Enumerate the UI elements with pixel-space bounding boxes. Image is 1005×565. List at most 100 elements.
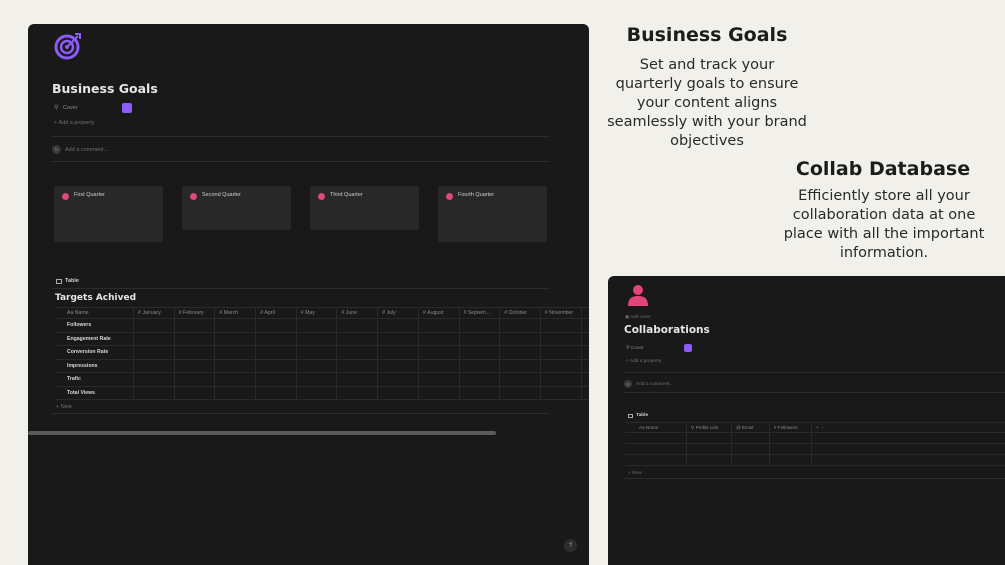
row-name-cell[interactable]: Total Views (55, 386, 134, 399)
table-cell[interactable] (419, 346, 460, 359)
table-row[interactable]: Engagement Rate (55, 332, 589, 346)
table-cell[interactable] (378, 386, 419, 399)
table-cell[interactable] (256, 319, 297, 332)
table-cell[interactable] (378, 359, 419, 372)
table-cell[interactable] (500, 386, 541, 399)
table-cell[interactable] (256, 332, 297, 345)
table-cell[interactable] (256, 346, 297, 359)
view-tab-table[interactable]: Table (628, 413, 648, 418)
table-row[interactable] (625, 433, 1005, 444)
cover-swatch[interactable] (684, 344, 692, 352)
column-header[interactable]: Aa Name (625, 423, 687, 432)
column-header[interactable]: # May (297, 308, 338, 318)
table-cell[interactable] (500, 359, 541, 372)
table-cell[interactable] (337, 319, 379, 332)
table-cell[interactable] (419, 332, 460, 345)
cover-swatch[interactable] (122, 103, 132, 113)
quarter-card-second[interactable]: Second Quarter (182, 186, 291, 230)
table-cell[interactable] (256, 359, 297, 372)
table-cell[interactable] (215, 332, 257, 345)
new-row-button[interactable]: + New (628, 471, 642, 476)
table-row[interactable]: Followers (55, 319, 589, 333)
column-header[interactable]: ⚲ Profile Link (687, 423, 732, 432)
table-cell[interactable] (460, 373, 501, 386)
table-cell[interactable] (297, 359, 338, 372)
table-cell[interactable] (134, 386, 175, 399)
table-cell[interactable] (337, 386, 379, 399)
table-cell[interactable] (378, 373, 419, 386)
row-name-cell[interactable]: Engagement Rate (55, 332, 134, 345)
table-cell[interactable] (378, 332, 419, 345)
table-cell[interactable] (378, 346, 419, 359)
table-cell[interactable] (134, 319, 175, 332)
table-row[interactable]: Conversion Rate (55, 346, 589, 360)
help-button[interactable]: ? (564, 539, 577, 552)
table-cell[interactable] (215, 359, 257, 372)
table-cell[interactable] (541, 359, 582, 372)
cover-property[interactable]: ⚲ Cover (626, 346, 644, 351)
table-row[interactable]: Trafic (55, 373, 589, 387)
column-header[interactable]: # Followers (770, 423, 812, 432)
table-cell[interactable] (500, 373, 541, 386)
row-name-cell[interactable]: Conversion Rate (55, 346, 134, 359)
table-cell[interactable] (460, 386, 501, 399)
table-cell[interactable] (175, 373, 216, 386)
table-cell[interactable] (297, 386, 338, 399)
add-property-button[interactable]: + Add a property (54, 120, 95, 126)
table-cell[interactable] (256, 386, 297, 399)
table-cell[interactable] (297, 332, 338, 345)
column-header[interactable]: # July (378, 308, 419, 318)
table-cell[interactable] (419, 359, 460, 372)
row-name-cell[interactable]: Impressions (55, 359, 134, 372)
table-cell[interactable] (215, 373, 257, 386)
table-cell[interactable] (337, 359, 379, 372)
table-cell[interactable] (134, 373, 175, 386)
add-comment-input[interactable]: N Add a comment... (624, 380, 674, 388)
table-cell[interactable] (500, 332, 541, 345)
table-cell[interactable] (215, 346, 257, 359)
table-cell[interactable] (541, 346, 582, 359)
table-cell[interactable] (175, 346, 216, 359)
table-cell[interactable] (500, 346, 541, 359)
table-row[interactable] (625, 455, 1005, 466)
table-cell[interactable] (337, 373, 379, 386)
table-row[interactable]: Impressions (55, 359, 589, 373)
column-header[interactable]: Aa Name (55, 308, 134, 318)
table-cell[interactable] (541, 332, 582, 345)
add-comment-input[interactable]: N Add a comment... (52, 145, 108, 154)
table-cell[interactable] (460, 346, 501, 359)
table-cell[interactable] (419, 386, 460, 399)
table-cell[interactable] (215, 319, 257, 332)
column-header[interactable]: # October (500, 308, 541, 318)
table-cell[interactable] (175, 386, 216, 399)
table-row[interactable]: Total Views (55, 386, 589, 400)
table-cell[interactable] (541, 319, 582, 332)
table-cell[interactable] (500, 319, 541, 332)
column-header[interactable]: # August (419, 308, 460, 318)
view-tab-table[interactable]: Table (56, 278, 79, 284)
table-cell[interactable] (337, 346, 379, 359)
table-cell[interactable] (419, 319, 460, 332)
column-header[interactable]: @ Email (732, 423, 770, 432)
table-cell[interactable] (541, 386, 582, 399)
table-cell[interactable] (134, 359, 175, 372)
column-header[interactable]: # January (134, 308, 175, 318)
quarter-card-third[interactable]: Third Quarter (310, 186, 419, 230)
add-cover-button[interactable]: ▣ Add cover (625, 314, 651, 320)
table-cell[interactable] (541, 373, 582, 386)
column-header[interactable]: # Septem... (460, 308, 501, 318)
table-cell[interactable] (297, 346, 338, 359)
add-column-button[interactable]: + ··· (812, 423, 836, 432)
column-header[interactable]: # June (337, 308, 379, 318)
horizontal-scrollbar[interactable] (28, 431, 496, 435)
column-header[interactable]: # March (215, 308, 257, 318)
table-cell[interactable] (175, 319, 216, 332)
table-cell[interactable] (175, 332, 216, 345)
table-row[interactable] (625, 444, 1005, 455)
table-cell[interactable] (378, 319, 419, 332)
column-header[interactable]: # November (541, 308, 582, 318)
column-header[interactable]: # February (175, 308, 216, 318)
new-row-button[interactable]: + New (56, 404, 72, 410)
table-cell[interactable] (419, 373, 460, 386)
table-cell[interactable] (256, 373, 297, 386)
